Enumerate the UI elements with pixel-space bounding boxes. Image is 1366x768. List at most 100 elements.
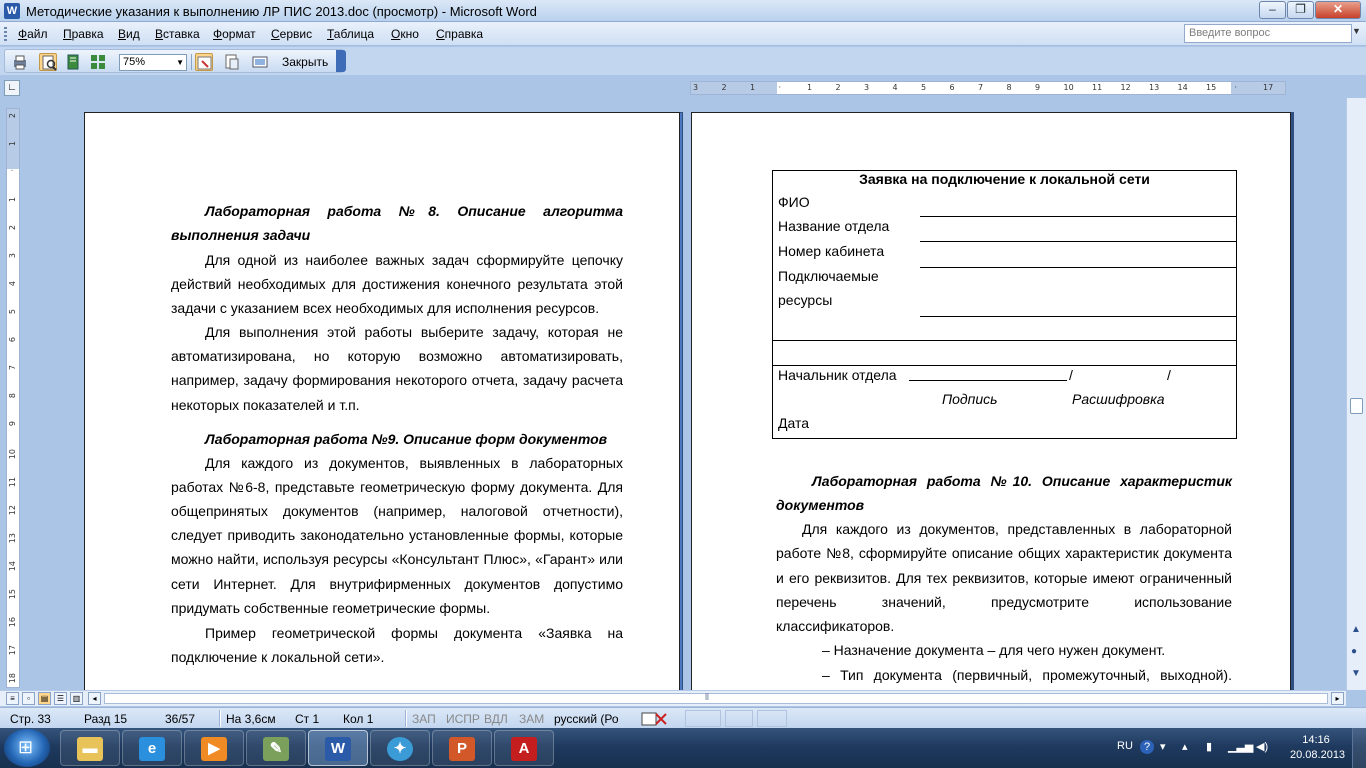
view-ruler-icon[interactable] <box>195 53 213 71</box>
magnifier-icon[interactable] <box>39 53 57 71</box>
ruler-tick: 14 <box>8 561 17 572</box>
status-empty-box <box>757 710 787 727</box>
form-label-resources-cont: ресурсы <box>778 292 833 308</box>
scroll-up-icon[interactable]: ▲ <box>1351 624 1361 635</box>
vertical-ruler[interactable]: 2 1 · 1 2 3 4 5 6 7 8 9 10 11 12 13 14 15 16 17 18 <box>6 108 20 688</box>
menu-help[interactable]: Справка <box>436 27 483 41</box>
ruler-tick: 17 <box>1263 83 1274 92</box>
hscroll-track[interactable]: ⦀ <box>104 692 1328 704</box>
form-label-chief: Начальник отдела <box>778 367 897 383</box>
ruler-tick: 5 <box>921 83 927 92</box>
scroll-right-icon[interactable]: ▸ <box>1331 692 1344 705</box>
question-dropdown-icon[interactable]: ▼ <box>1352 26 1361 36</box>
heading-lab-8-cont: выполнения задачи <box>171 227 311 243</box>
status-section: Разд 15 <box>84 712 128 726</box>
ruler-tick: · <box>8 169 17 172</box>
reading-view-icon[interactable]: ▥ <box>70 692 83 705</box>
shrink-to-fit-icon[interactable] <box>223 53 241 71</box>
taskbar-word[interactable]: W <box>308 730 368 766</box>
web-view-icon[interactable]: ▫ <box>22 692 35 705</box>
one-page-icon[interactable] <box>64 53 82 71</box>
menu-table[interactable]: Таблица <box>327 27 374 41</box>
multiple-pages-icon[interactable] <box>89 53 107 71</box>
ruler-right-margin <box>1231 82 1285 94</box>
clock[interactable]: 14:16 20.08.2013 <box>1290 733 1345 763</box>
ruler-tick: 1 <box>750 83 756 92</box>
start-button[interactable] <box>4 729 50 767</box>
network-signal-icon[interactable]: ▁▃▅ <box>1228 740 1253 753</box>
full-screen-icon[interactable] <box>251 53 269 71</box>
acrobat-icon: A <box>511 737 537 761</box>
close-preview-button[interactable]: Закрыть <box>282 55 328 69</box>
toolbar-options-icon[interactable] <box>336 50 346 72</box>
menu-window[interactable]: Окно <box>391 27 419 41</box>
taskbar-app[interactable]: ✦ <box>370 730 430 766</box>
ruler-tick: 2 <box>8 113 17 119</box>
page-left[interactable]: Лабораторная работа №8. Описание алгорит… <box>84 112 682 690</box>
paragraph-line: подключение к локальной сети». <box>171 649 385 665</box>
status-trk[interactable]: ИСПР <box>446 712 480 726</box>
heading-lab-10: Лабораторная работа №10. Описание характ… <box>812 473 1232 489</box>
question-input[interactable]: Введите вопрос <box>1184 24 1352 43</box>
scroll-left-icon[interactable]: ◂ <box>88 692 101 705</box>
taskbar-explorer[interactable]: ▬ <box>60 730 120 766</box>
zoom-select[interactable]: 75% ▼ <box>119 54 187 71</box>
menu-grip-icon[interactable] <box>4 27 7 41</box>
horizontal-scrollbar[interactable]: ≡ ▫ ▤ ☰ ▥ ◂ ⦀ ▸ <box>0 690 1346 706</box>
taskbar-tool[interactable]: ✎ <box>246 730 306 766</box>
compass-app-icon: ✦ <box>387 737 413 761</box>
browse-object-icon[interactable]: ● <box>1351 646 1357 657</box>
taskbar-media-player[interactable]: ▶ <box>184 730 244 766</box>
menu-tools[interactable]: Сервис <box>271 27 312 41</box>
language-indicator[interactable]: RU <box>1117 740 1133 752</box>
scroll-thumb[interactable] <box>1350 398 1363 414</box>
status-ext[interactable]: ВДЛ <box>484 712 508 726</box>
battery-icon[interactable]: ▮ <box>1206 740 1212 753</box>
status-bar: Стр. 33 Разд 15 36/57 На 3,6см Ст 1 Кол … <box>0 707 1366 728</box>
ruler-tick: 16 <box>8 617 17 628</box>
ruler-tick: 11 <box>8 477 17 488</box>
status-empty-box <box>725 710 753 727</box>
form-line <box>920 216 1237 217</box>
normal-view-icon[interactable]: ≡ <box>6 692 19 705</box>
heading-lab-8: Лабораторная работа №8. Описание алгорит… <box>205 203 623 219</box>
outline-view-icon[interactable]: ☰ <box>54 692 67 705</box>
status-position: На 3,6см <box>226 712 276 726</box>
taskbar-acrobat[interactable]: A <box>494 730 554 766</box>
show-hidden-icons[interactable]: ▴ <box>1182 740 1188 753</box>
show-desktop-button[interactable] <box>1352 728 1366 768</box>
taskbar-ie[interactable]: e <box>122 730 182 766</box>
ruler-tick: 6 <box>949 83 955 92</box>
print-icon[interactable] <box>11 53 29 71</box>
menu-insert[interactable]: Вставка <box>155 27 200 41</box>
taskbar-powerpoint[interactable]: P <box>432 730 492 766</box>
paragraph-line: например, задачу формирования некоторого… <box>171 372 623 388</box>
status-ovr[interactable]: ЗАМ <box>519 712 544 726</box>
help-tray-icon[interactable]: ? <box>1140 740 1154 754</box>
tray-expand-icon[interactable]: ▾ <box>1160 740 1166 753</box>
volume-icon[interactable]: ◀) <box>1256 740 1268 753</box>
print-layout-icon[interactable]: ▤ <box>38 692 51 705</box>
page-right[interactable]: Заявка на подключение к локальной сети Ф… <box>691 112 1291 690</box>
menu-file[interactable]: Файл <box>18 27 48 41</box>
vertical-scrollbar[interactable]: ▲ ● ▼ <box>1346 98 1366 690</box>
minimize-button[interactable]: ‒ <box>1259 1 1286 19</box>
form-label-fio: ФИО <box>778 194 810 210</box>
toolbar-strip: 75% ▼ Закрыть <box>4 49 346 73</box>
menu-format[interactable]: Формат <box>213 27 256 41</box>
scroll-down-icon[interactable]: ▼ <box>1351 668 1361 679</box>
ruler-tick: 3 <box>864 83 870 92</box>
ruler-tick: 13 <box>8 533 17 544</box>
close-window-button[interactable]: ✕ <box>1315 1 1361 19</box>
status-language[interactable]: русский (Ро <box>554 712 619 726</box>
restore-button[interactable]: ❐ <box>1287 1 1314 19</box>
horizontal-ruler[interactable]: 3 2 1 · 1 2 3 4 5 6 7 8 9 10 11 12 13 14 15 · 17 <box>690 81 1286 95</box>
status-rec[interactable]: ЗАП <box>412 712 436 726</box>
tab-selector-icon[interactable]: ∟ <box>4 80 20 96</box>
zoom-dropdown-icon[interactable]: ▼ <box>176 58 184 67</box>
word-app-icon[interactable]: W <box>4 3 20 19</box>
menu-view[interactable]: Вид <box>118 27 140 41</box>
spelling-status-icon[interactable] <box>640 712 676 727</box>
ruler-tick: 6 <box>8 337 17 343</box>
menu-edit[interactable]: Правка <box>63 27 104 41</box>
